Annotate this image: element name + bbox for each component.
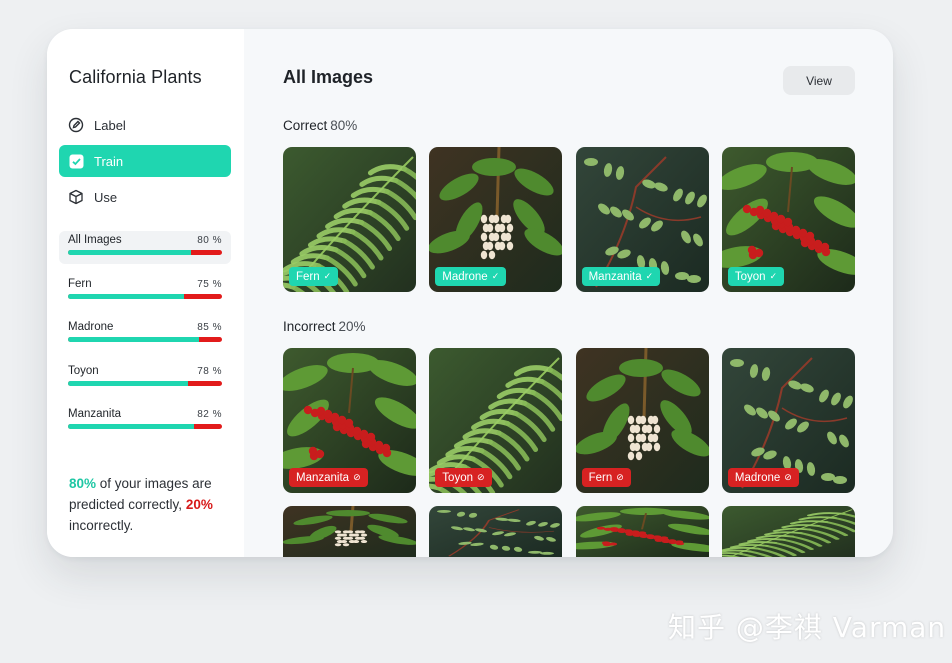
section-percent: 80% <box>330 118 358 133</box>
page-title: All Images <box>283 67 374 87</box>
view-button[interactable]: View <box>783 66 855 95</box>
image-tile[interactable]: Toyon ✓ <box>721 147 855 292</box>
summary-text-2: incorrectly. <box>69 518 134 533</box>
stat-label: Fern <box>68 277 92 290</box>
app-title: California Plants <box>69 67 202 87</box>
prohibited-icon: ⊘ <box>353 472 361 482</box>
section-percent: 20% <box>338 319 366 334</box>
tag-label: Toyon <box>442 471 473 484</box>
image-tile[interactable]: Madrone ✓ <box>429 147 563 292</box>
prediction-correct-tag: Madrone ✓ <box>435 267 507 286</box>
correct-image-grid: Fern ✓ Madrone ✓ Manzanita ✓ Toyon ✓ <box>283 147 855 292</box>
prediction-incorrect-tag: Toyon ⊘ <box>435 468 492 487</box>
image-tile[interactable] <box>575 506 709 557</box>
checkbox-icon <box>68 153 84 169</box>
prohibited-icon: ⊘ <box>616 472 624 482</box>
section-label: Incorrect <box>283 319 336 334</box>
section-label: Correct <box>283 118 328 133</box>
nav-item-train-text: Train <box>94 153 124 169</box>
nav-item-label[interactable]: Label <box>59 109 231 141</box>
accuracy-bar-fill <box>68 337 199 343</box>
stat-percent: 80 % <box>197 235 222 246</box>
edit-icon <box>68 117 84 133</box>
image-tile[interactable]: Toyon ⊘ <box>429 348 563 493</box>
check-icon: ✓ <box>769 271 778 281</box>
prediction-correct-tag: Toyon ✓ <box>727 267 785 286</box>
image-tile[interactable]: Madrone ⊘ <box>721 348 855 493</box>
nav-item-use[interactable]: Use <box>59 181 231 213</box>
accuracy-summary: 80% of your images are predicted correct… <box>69 473 239 536</box>
prediction-correct-tag: Manzanita ✓ <box>581 267 661 286</box>
plant-photo <box>429 506 563 557</box>
prediction-incorrect-tag: Fern ⊘ <box>581 468 631 487</box>
tag-label: Fern <box>296 270 320 283</box>
plant-photo <box>283 506 416 557</box>
image-tile[interactable] <box>721 506 855 557</box>
accuracy-bar-fill <box>68 424 195 430</box>
tag-label: Fern <box>588 471 613 484</box>
stat-all-images[interactable]: All Images 80 % <box>59 231 231 264</box>
tag-label: Manzanita <box>296 471 350 484</box>
stat-percent: 85 % <box>197 322 222 334</box>
prediction-incorrect-tag: Manzanita ⊘ <box>289 468 368 487</box>
nav-item-use-text: Use <box>94 189 118 205</box>
class-accuracy-list: All Images 80 % Fern 75 % Madrone 85 % Toyo… <box>59 231 231 449</box>
prediction-correct-tag: Fern ✓ <box>289 267 339 286</box>
stat-label: Manzanita <box>68 408 122 421</box>
accuracy-bar <box>68 424 222 430</box>
stat-fern[interactable]: Fern 75 % <box>59 275 231 308</box>
check-icon: ✓ <box>645 271 654 281</box>
incorrect-image-grid: Manzanita ⊘ Toyon ⊘ Fern ⊘ Madrone ⊘ <box>283 348 855 493</box>
main-panel: All Images View Correct 80% Fern ✓ Madrone… <box>244 29 893 557</box>
tag-label: Madrone <box>442 270 488 283</box>
stat-madrone[interactable]: Madrone 85 % <box>59 318 231 351</box>
stat-label: All Images <box>68 234 122 246</box>
prohibited-icon: ⊘ <box>476 472 485 482</box>
prediction-incorrect-tag: Madrone ⊘ <box>727 468 799 487</box>
check-icon: ✓ <box>323 271 332 281</box>
accuracy-bar <box>68 293 222 299</box>
sidebar: California Plants Label Train Use All Im… <box>47 29 244 557</box>
plant-photo <box>721 506 855 557</box>
stat-toyon[interactable]: Toyon 78 % <box>59 362 231 395</box>
tag-label: Manzanita <box>588 270 642 283</box>
image-tile[interactable] <box>429 506 563 557</box>
stat-percent: 75 % <box>197 278 222 290</box>
tag-label: Madrone <box>734 471 781 484</box>
tag-label: Toyon <box>734 270 766 283</box>
image-tile[interactable]: Manzanita ✓ <box>575 147 709 292</box>
accuracy-bar <box>68 337 222 343</box>
stat-percent: 82 % <box>197 409 222 421</box>
sidebar-nav: Label Train Use <box>59 109 231 217</box>
more-image-grid <box>283 506 855 557</box>
image-tile[interactable]: Manzanita ⊘ <box>283 348 416 493</box>
image-tile[interactable]: Fern ✓ <box>283 147 416 292</box>
cube-icon <box>68 189 84 205</box>
image-tile[interactable]: Fern ⊘ <box>575 348 709 493</box>
summary-incorrect-pct: 20% <box>185 497 213 512</box>
nav-item-train[interactable]: Train <box>59 145 231 177</box>
accuracy-bar-fill <box>68 250 192 255</box>
plant-photo <box>575 506 709 557</box>
stat-manzanita[interactable]: Manzanita 82 % <box>59 405 231 438</box>
section-correct-heading: Correct 80% <box>283 118 357 133</box>
stat-label: Madrone <box>68 321 114 334</box>
image-tile[interactable] <box>283 506 416 557</box>
accuracy-bar <box>68 380 222 386</box>
check-icon: ✓ <box>491 271 500 281</box>
nav-item-label-text: Label <box>94 117 126 133</box>
stat-percent: 78 % <box>197 365 222 377</box>
stat-label: Toyon <box>68 364 99 377</box>
app-window: California Plants Label Train Use All Im… <box>47 29 893 557</box>
accuracy-bar-fill <box>68 293 184 299</box>
section-incorrect-heading: Incorrect 20% <box>283 319 366 334</box>
accuracy-bar-fill <box>68 380 189 386</box>
watermark: 知乎 @李祺 Varman <box>668 611 947 644</box>
accuracy-bar <box>68 250 222 255</box>
summary-correct-pct: 80% <box>69 476 97 491</box>
prohibited-icon: ⊘ <box>784 472 792 482</box>
